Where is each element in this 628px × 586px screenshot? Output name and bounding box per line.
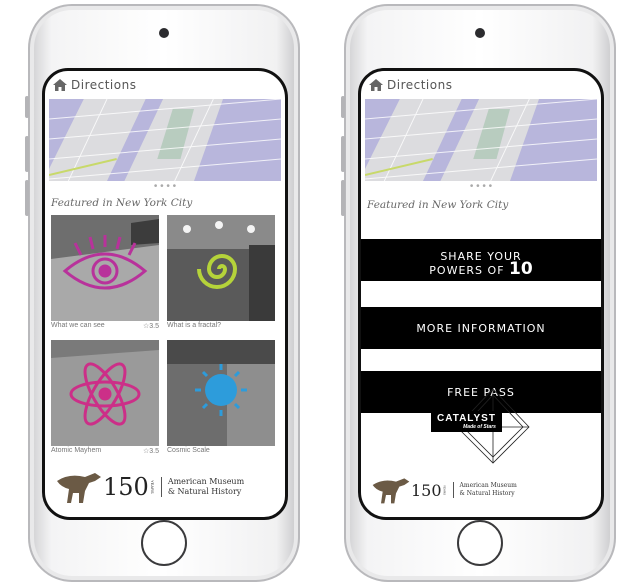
map-view[interactable]	[49, 99, 281, 181]
featured-grid: What we can see ☆3.5 What is a fractal? …	[45, 209, 285, 455]
home-button[interactable]	[141, 520, 187, 566]
tile-rating: ☆3.5	[142, 323, 159, 330]
home-icon	[53, 79, 67, 91]
years-label: YEARS	[149, 480, 155, 494]
app-screen-left: Directions • • • • Featured in New York …	[42, 68, 288, 520]
museum-logo: American Museum & Natural History	[160, 477, 245, 497]
catalyst-title: CATALYST Made of Stars	[431, 411, 502, 432]
tile-caption: Atomic Mayhem	[51, 447, 102, 454]
tile-caption: What we can see	[51, 322, 105, 329]
tile-photo	[167, 340, 275, 446]
tile-photo	[51, 215, 159, 321]
volume-down-button	[341, 180, 345, 216]
tile-caption: What is a fractal?	[167, 322, 222, 329]
share-label-number: 10	[509, 258, 533, 279]
years-number: 150	[103, 473, 149, 501]
home-icon	[369, 79, 383, 91]
home-button[interactable]	[457, 520, 503, 566]
more-information-button[interactable]: MORE INFORMATION	[361, 307, 601, 349]
phone-right: Directions • • • • Featured in New York …	[341, 4, 616, 582]
museum-footer: 150 YEARS American Museum & Natural Hist…	[55, 469, 244, 505]
front-camera	[475, 28, 485, 38]
tile-rating: ☆3.5	[142, 448, 159, 455]
tile-what-is-a-fractal[interactable]: What is a fractal?	[167, 215, 275, 330]
catalyst-subtitle: Made of Stars	[463, 424, 496, 430]
tile-photo	[167, 215, 275, 321]
phone-left: Directions • • • • Featured in New York …	[25, 4, 300, 582]
app-screen-right: Directions • • • • Featured in New York …	[358, 68, 604, 520]
museum-name-line1: American Museum	[459, 482, 517, 489]
museum-logo: American Museum & Natural History	[452, 482, 517, 498]
directions-title: Directions	[387, 78, 453, 92]
map-view[interactable]	[365, 99, 597, 181]
directions-title: Directions	[71, 78, 137, 92]
years-number: 150	[411, 480, 442, 500]
pager-dots: • • • •	[153, 181, 177, 192]
dinosaur-icon	[57, 473, 101, 503]
tile-photo	[51, 340, 159, 446]
share-label-line2-prefix: POWERS OF	[429, 263, 505, 277]
featured-heading: Featured in New York City	[367, 199, 509, 211]
museum-name-line2: & Natural History	[459, 490, 515, 497]
museum-name-line2: & Natural History	[167, 487, 242, 496]
volume-down-button	[25, 180, 29, 216]
volume-up-button	[25, 136, 29, 172]
museum-footer: 150 YEARS American Museum & Natural Hist…	[371, 475, 517, 505]
front-camera	[159, 28, 169, 38]
catalyst-title-text: CATALYST	[437, 413, 496, 424]
mute-switch	[25, 96, 29, 118]
directions-header[interactable]: Directions	[45, 71, 285, 99]
featured-heading: Featured in New York City	[51, 197, 193, 209]
museum-name-line1: American Museum	[167, 477, 245, 486]
mute-switch	[341, 96, 345, 118]
tile-what-we-can-see[interactable]: What we can see ☆3.5	[51, 215, 159, 330]
directions-header[interactable]: Directions	[361, 71, 601, 99]
volume-up-button	[341, 136, 345, 172]
tile-cosmic-scale[interactable]: Cosmic Scale	[167, 340, 275, 455]
pager-dots: • • • •	[469, 181, 493, 192]
catalyst-logo: CATALYST Made of Stars	[431, 387, 531, 465]
share-powers-of-ten-button[interactable]: SHARE YOUR POWERS OF 10	[361, 239, 601, 281]
tile-caption: Cosmic Scale	[167, 447, 210, 454]
years-label: YEARS	[442, 484, 447, 496]
tile-atomic-mayhem[interactable]: Atomic Mayhem ☆3.5	[51, 340, 159, 455]
dinosaur-icon	[372, 478, 410, 504]
